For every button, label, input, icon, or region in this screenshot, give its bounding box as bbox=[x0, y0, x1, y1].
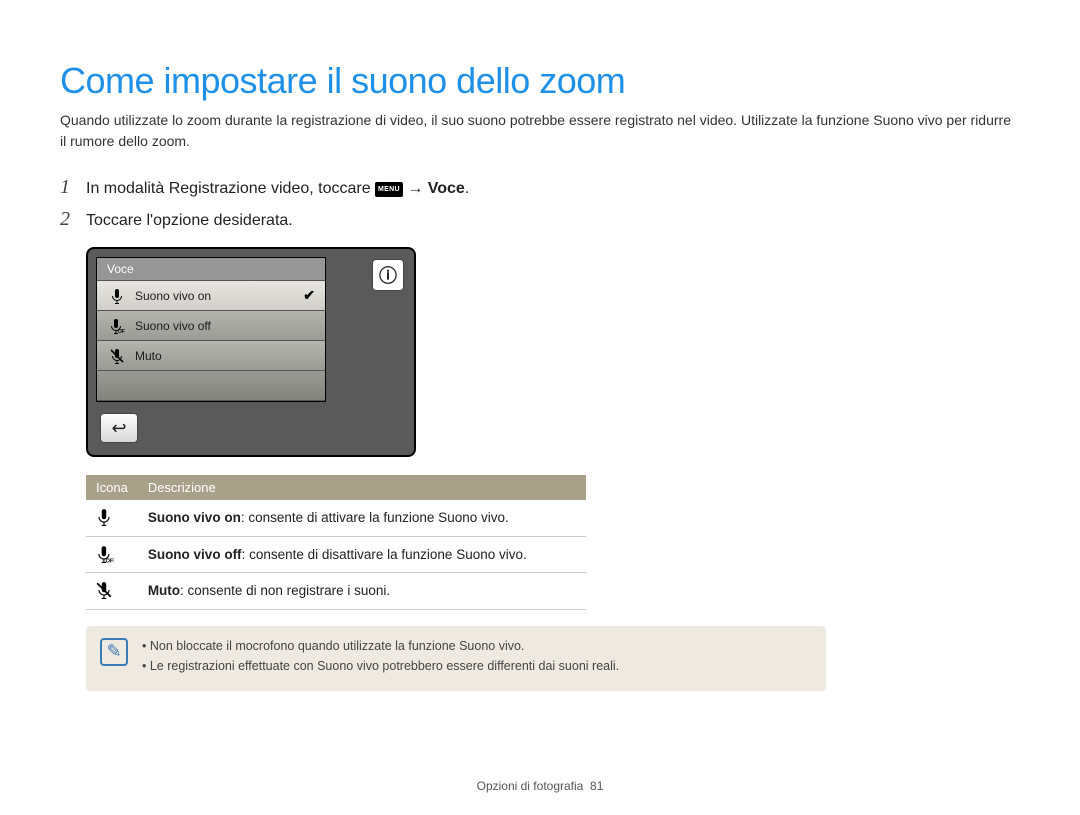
step-number: 2 bbox=[60, 208, 86, 231]
footer-page: 81 bbox=[590, 779, 603, 793]
menu-badge-icon: MENU bbox=[375, 182, 403, 197]
row-icon-mic-off: OFF bbox=[86, 536, 138, 573]
note-icon: ✎ bbox=[100, 638, 128, 666]
back-arrow-icon: ↩ bbox=[111, 418, 126, 439]
icon-description-table: Icona Descrizione Suono vivo on: consent… bbox=[86, 475, 586, 610]
step-1-pre: In modalità Registrazione video, toccare bbox=[86, 180, 375, 197]
table-header-icon: Icona bbox=[86, 475, 138, 500]
row-description: Suono vivo on: consente di attivare la f… bbox=[138, 500, 586, 536]
note-list: Non bloccate il mocrofono quando utilizz… bbox=[142, 638, 619, 679]
back-button[interactable]: ↩ bbox=[100, 413, 138, 443]
intro-paragraph: Quando utilizzate lo zoom durante la reg… bbox=[60, 110, 1020, 152]
row-rest: : consente di non registrare i suoni. bbox=[180, 583, 390, 598]
step-2: 2 Toccare l'opzione desiderata. bbox=[60, 208, 1020, 234]
svg-text:OFF: OFF bbox=[106, 558, 114, 563]
table-row: OFF Suono vivo off: consente di disattiv… bbox=[86, 536, 586, 573]
info-icon bbox=[379, 262, 397, 288]
row-description: Suono vivo off: consente di disattivare … bbox=[138, 536, 586, 573]
page-footer: Opzioni di fotografia 81 bbox=[60, 779, 1020, 793]
menu-item-muto[interactable]: Muto bbox=[97, 341, 325, 371]
step-text: In modalità Registrazione video, toccare… bbox=[86, 176, 469, 202]
voice-menu-panel: Voce Suono vivo on ✔ OFF Suono vivo off … bbox=[96, 257, 326, 402]
row-bold: Suono vivo off bbox=[148, 547, 242, 562]
page-title: Come impostare il suono dello zoom bbox=[60, 60, 1020, 102]
menu-header: Voce bbox=[97, 258, 325, 281]
step-number: 1 bbox=[60, 176, 86, 199]
menu-item-suono-vivo-off[interactable]: OFF Suono vivo off bbox=[97, 311, 325, 341]
mic-on-icon bbox=[107, 288, 127, 304]
row-icon-mic-on bbox=[86, 500, 138, 536]
table-row: Suono vivo on: consente di attivare la f… bbox=[86, 500, 586, 536]
note-item: Le registrazioni effettuate con Suono vi… bbox=[142, 658, 619, 676]
device-screenshot: Voce Suono vivo on ✔ OFF Suono vivo off … bbox=[86, 247, 416, 457]
row-bold: Suono vivo on bbox=[148, 510, 241, 525]
note-item: Non bloccate il mocrofono quando utilizz… bbox=[142, 638, 619, 656]
note-box: ✎ Non bloccate il mocrofono quando utili… bbox=[86, 626, 826, 691]
table-row: Muto: consente di non registrare i suoni… bbox=[86, 573, 586, 610]
step-1-end: . bbox=[465, 180, 469, 197]
menu-item-label: Suono vivo off bbox=[135, 319, 315, 333]
steps-list: 1 In modalità Registrazione video, tocca… bbox=[60, 176, 1020, 233]
step-1-voce: Voce bbox=[428, 180, 465, 197]
row-description: Muto: consente di non registrare i suoni… bbox=[138, 573, 586, 610]
svg-text:OFF: OFF bbox=[118, 329, 125, 334]
row-bold: Muto bbox=[148, 583, 180, 598]
menu-item-suono-vivo-on[interactable]: Suono vivo on ✔ bbox=[97, 281, 325, 311]
info-button[interactable] bbox=[372, 259, 404, 291]
menu-item-label: Suono vivo on bbox=[135, 289, 303, 303]
menu-item-empty bbox=[97, 371, 325, 401]
step-1: 1 In modalità Registrazione video, tocca… bbox=[60, 176, 1020, 202]
row-rest: : consente di disattivare la funzione Su… bbox=[242, 547, 527, 562]
mic-mute-icon bbox=[107, 348, 127, 364]
step-text: Toccare l'opzione desiderata. bbox=[86, 208, 293, 234]
mic-off-icon: OFF bbox=[107, 318, 127, 334]
table-header-description: Descrizione bbox=[138, 475, 586, 500]
row-icon-mic-mute bbox=[86, 573, 138, 610]
row-rest: : consente di attivare la funzione Suono… bbox=[241, 510, 509, 525]
arrow-text: → bbox=[407, 180, 427, 197]
menu-item-label: Muto bbox=[135, 349, 315, 363]
check-icon: ✔ bbox=[303, 287, 315, 304]
footer-section: Opzioni di fotografia bbox=[477, 779, 584, 793]
